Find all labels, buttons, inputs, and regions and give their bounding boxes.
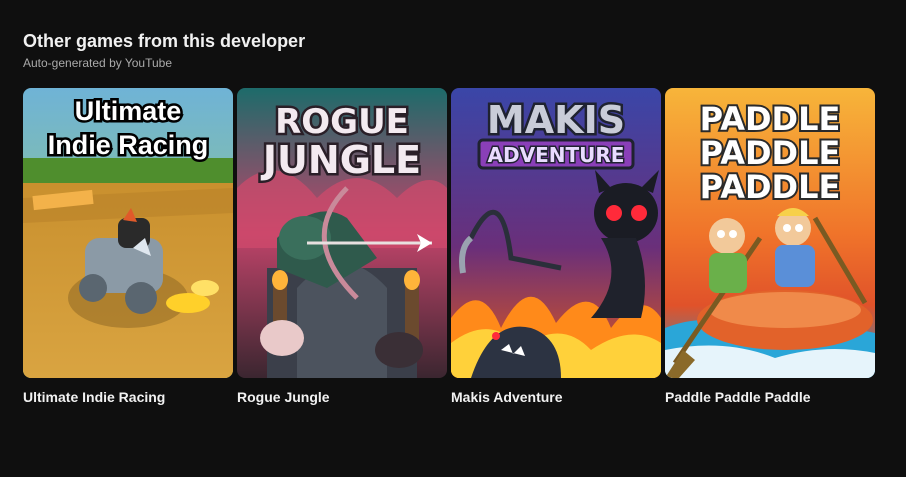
cover-logo-line2: Indie Racing — [48, 130, 209, 160]
game-card-paddle-paddle-paddle[interactable]: PADDLE PADDLE PADDLE Paddle Paddle Paddl… — [665, 88, 875, 406]
game-card-makis-adventure[interactable]: MAKIS ADVENTURE Makis Adventure — [451, 88, 661, 406]
cover-logo-line2: JUNGLE — [260, 138, 421, 182]
game-thumbnail[interactable]: Ultimate Indie Racing — [23, 88, 233, 378]
game-title[interactable]: Makis Adventure — [451, 388, 661, 406]
shelf-subtitle: Auto-generated by YouTube — [23, 56, 173, 70]
game-thumbnail[interactable]: ROGUE JUNGLE — [237, 88, 447, 378]
game-card-ultimate-indie-racing[interactable]: Ultimate Indie Racing Ultimate Indie Rac… — [23, 88, 233, 406]
game-title[interactable]: Ultimate Indie Racing — [23, 388, 233, 406]
cover-logo-line1: Ultimate — [75, 96, 182, 126]
cover-art-jungle: ROGUE JUNGLE — [237, 88, 447, 378]
cover-logo-line1: ROGUE — [275, 102, 409, 142]
shelf-header: Other games from this developer Auto-gen… — [23, 29, 883, 71]
game-title[interactable]: Rogue Jungle — [237, 388, 447, 406]
shelf-title: Other games from this developer — [23, 31, 306, 51]
cover-logo-line1: PADDLE — [700, 100, 841, 138]
cover-art-makis: MAKIS ADVENTURE — [451, 88, 661, 378]
cover-logo-line2: ADVENTURE — [488, 143, 625, 167]
game-title[interactable]: Paddle Paddle Paddle — [665, 388, 875, 406]
cover-logo-line2: PADDLE — [700, 134, 841, 172]
game-card-list: Ultimate Indie Racing Ultimate Indie Rac… — [23, 88, 875, 406]
cover-logo-line1: MAKIS — [487, 98, 625, 142]
game-thumbnail[interactable]: MAKIS ADVENTURE — [451, 88, 661, 378]
game-thumbnail[interactable]: PADDLE PADDLE PADDLE — [665, 88, 875, 378]
cover-art-paddle: PADDLE PADDLE PADDLE — [665, 88, 875, 378]
cover-logo-line3: PADDLE — [700, 168, 841, 206]
cover-art-racing: Ultimate Indie Racing — [23, 88, 233, 378]
game-card-rogue-jungle[interactable]: ROGUE JUNGLE Rogue Jungle — [237, 88, 447, 406]
